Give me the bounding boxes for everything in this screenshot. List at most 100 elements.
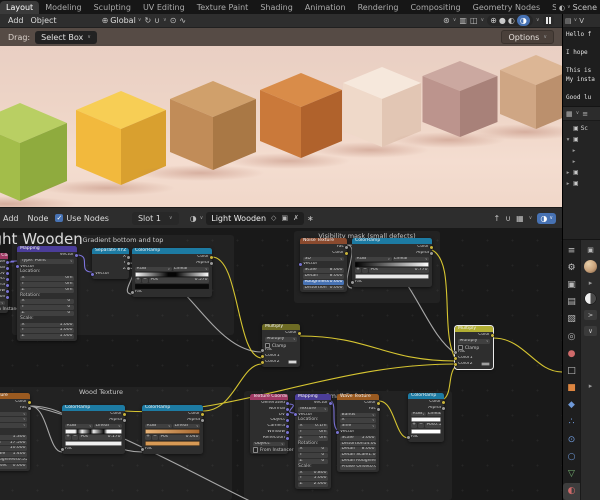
- dropdown-linear[interactable]: Linear∨: [392, 256, 429, 262]
- node-wave-texture-wood[interactable]: Wave TextureColorFacBands∨X∨Sine∨VectorS…: [0, 393, 32, 471]
- falloff-icon[interactable]: ∿: [179, 16, 186, 25]
- outliner-filter-icon[interactable]: ≡: [582, 110, 588, 118]
- field-y[interactable]: Y 0°: [20, 305, 74, 310]
- socket-input[interactable]: [260, 349, 264, 353]
- active-tool-dropdown[interactable]: Select Box ∨: [35, 30, 97, 44]
- socket-input[interactable]: [298, 263, 302, 267]
- overlays-icon[interactable]: ▦: [516, 214, 524, 223]
- remove-stop-button[interactable]: −: [72, 434, 78, 440]
- node-colorramp-visibility[interactable]: ColorRamp Color Alpha RGB ∨ Linear ∨ + − Pos 0.770…: [350, 238, 434, 287]
- material-preview-sphere[interactable]: [584, 260, 597, 273]
- overlays-icon[interactable]: ◫: [470, 16, 478, 25]
- add-stop-button[interactable]: +: [355, 267, 361, 273]
- node-mapping-defects[interactable]: Mapping Vector Texture ∨ Vector Location: X 0.1…: [293, 394, 333, 489]
- color-swatch-bar[interactable]: [135, 283, 209, 289]
- expand-arrow-icon[interactable]: ▸: [571, 159, 577, 165]
- field-detail-scale[interactable]: Detail Scale1.000: [340, 453, 376, 458]
- panel-expand-button[interactable]: >: [583, 310, 598, 320]
- properties-tab-object-icon[interactable]: ■: [563, 380, 580, 397]
- dropdown-multiply[interactable]: Multiply ∨: [458, 338, 490, 344]
- panel-expand-arrow-icon[interactable]: ▸: [589, 279, 593, 287]
- socket-input[interactable]: [335, 430, 339, 434]
- node-texcoord-defects[interactable]: Texture CoordinateGeneratedNormalUVObjec…: [250, 394, 293, 455]
- shading-mode-icon-1[interactable]: ●: [499, 16, 506, 25]
- remove-stop-button[interactable]: −: [362, 267, 368, 273]
- dropdown-rgb[interactable]: RGB ∨: [355, 256, 392, 262]
- dropdown-3d[interactable]: 3D ∨: [303, 256, 344, 262]
- dropdown-x[interactable]: X∨: [0, 417, 27, 423]
- workspace-tab-layout[interactable]: Layout: [0, 1, 40, 14]
- color-swatch-bar[interactable]: [145, 440, 200, 446]
- properties-tab-view-layer-icon[interactable]: ▧: [563, 311, 580, 328]
- field-x[interactable]: X 0°: [298, 447, 328, 453]
- editor-type-button[interactable]: ◑ ∨: [537, 212, 556, 224]
- field-y[interactable]: Y 1.000: [20, 328, 74, 334]
- dropdown-linear[interactable]: Linear∨: [173, 423, 200, 429]
- field-roughness[interactable]: Roughness 0.600: [303, 279, 344, 285]
- color-swatch[interactable]: [481, 362, 490, 367]
- node-header-colorramp-gradient[interactable]: ColorRamp: [132, 248, 212, 254]
- expand-arrow-icon[interactable]: ▸: [571, 148, 577, 154]
- panel-collapse-button[interactable]: ∨: [584, 326, 597, 336]
- field-x[interactable]: X 1.000: [20, 322, 74, 328]
- add-stop-button[interactable]: +: [145, 434, 151, 440]
- node-colorramp-wood-2[interactable]: ColorRamp Color Alpha RGB ∨ Linear ∨ + − Pos 0.040…: [140, 405, 205, 454]
- node-header-separate-xyz[interactable]: Separate XYZ: [92, 248, 129, 254]
- node-header-colorramp-visibility[interactable]: ColorRamp: [352, 238, 432, 244]
- outliner-row-1[interactable]: ▾ ▣: [563, 134, 600, 145]
- dropdown-point[interactable]: Type: Point ∨: [20, 258, 74, 264]
- text-datablock-name[interactable]: V: [579, 17, 584, 25]
- node-header-colorramp-defects[interactable]: ColorRamp: [408, 393, 444, 399]
- dropdown-rgb[interactable]: RGB ∨: [145, 423, 172, 429]
- dropdown-rgb[interactable]: RGB ∨: [411, 411, 426, 417]
- field-y[interactable]: Y 5.000: [298, 476, 328, 482]
- dropdown-sine[interactable]: Sine∨: [340, 424, 376, 429]
- properties-tab-world-icon[interactable]: ●: [563, 345, 580, 362]
- field-x[interactable]: X 0m: [20, 276, 74, 281]
- field-distortion[interactable]: Distortion17.500: [0, 440, 27, 446]
- color-swatch[interactable]: [288, 360, 297, 365]
- dropdown-linear[interactable]: Linear∨: [94, 423, 122, 429]
- text-editor-body[interactable]: Hello f I hope This is My insta Good lu: [563, 28, 600, 107]
- field-z[interactable]: Z 0m: [20, 287, 74, 293]
- workspace-tab-uv-editing[interactable]: UV Editing: [137, 1, 191, 14]
- node-header-wave-texture-wood[interactable]: Wave Texture: [0, 393, 30, 399]
- node-colorramp-defects[interactable]: ColorRampColorAlphaRGB∨Linear∨ +−Pos0.500…: [406, 393, 446, 442]
- field-phase-offset[interactable]: Phase Offset0.000: [340, 464, 376, 470]
- use-nodes-checkbox[interactable]: ✓ Use Nodes: [55, 214, 109, 223]
- material-name-field[interactable]: Light Wooden ◇ ▣ ✗: [206, 211, 304, 225]
- socket-input[interactable]: [453, 351, 457, 355]
- material-slot-dropdown[interactable]: Slot 1 ∨: [131, 211, 179, 225]
- node-colorramp-wood-1[interactable]: ColorRamp Color Alpha RGB ∨ Linear ∨ + − Pos 0.170…: [60, 405, 127, 454]
- workspace-tab-rendering[interactable]: Rendering: [352, 1, 405, 14]
- dropdown-sine[interactable]: Sine∨: [0, 423, 27, 428]
- text-datablock-icon[interactable]: ▤: [565, 17, 572, 25]
- properties-tab-scene-icon[interactable]: ◎: [563, 328, 580, 345]
- properties-tab-object-data-icon[interactable]: ▽: [563, 465, 580, 482]
- checkbox-clamp[interactable]: Clamp: [458, 344, 490, 351]
- field-z[interactable]: Z 0m: [298, 435, 328, 441]
- field-detail[interactable]: Detail10.000: [0, 446, 27, 452]
- add-stop-button[interactable]: +: [65, 434, 71, 440]
- xray-toggle-icon[interactable]: ▥: [459, 16, 467, 25]
- add-menu[interactable]: Add: [1, 214, 21, 223]
- pin-icon[interactable]: ∗: [307, 214, 314, 223]
- workspace-tab-scripting[interactable]: Scripting: [546, 1, 556, 14]
- object-menu[interactable]: Object: [29, 16, 59, 25]
- field-pos[interactable]: Pos 0.040: [159, 435, 200, 440]
- node-colorramp-gradient[interactable]: ColorRamp Color Alpha RGB ∨ Linear ∨ + − Pos 0.570…: [130, 248, 214, 297]
- shading-mode-icon-3[interactable]: ◑: [516, 15, 530, 26]
- node-header-multiply-1[interactable]: Multiply: [262, 324, 300, 330]
- pause-button[interactable]: [542, 15, 554, 26]
- node-header-noise-texture[interactable]: Noise Texture: [300, 238, 347, 244]
- dropdown-object[interactable]: Object:∨: [253, 441, 285, 447]
- properties-tab-physics-icon[interactable]: ⊙: [563, 431, 580, 448]
- field-detail-scale[interactable]: Detail Scale1.400: [0, 452, 27, 457]
- workspace-tab-sculpting[interactable]: Sculpting: [88, 1, 137, 14]
- outliner-row-3[interactable]: ▸: [563, 156, 600, 167]
- remove-stop-button[interactable]: −: [152, 434, 158, 440]
- dropdown-x[interactable]: X∨: [340, 418, 376, 424]
- properties-tab-particles-icon[interactable]: ∴: [563, 414, 580, 431]
- socket-input[interactable]: [453, 357, 457, 361]
- checkbox-from-instancer[interactable]: From Instancer: [253, 447, 293, 453]
